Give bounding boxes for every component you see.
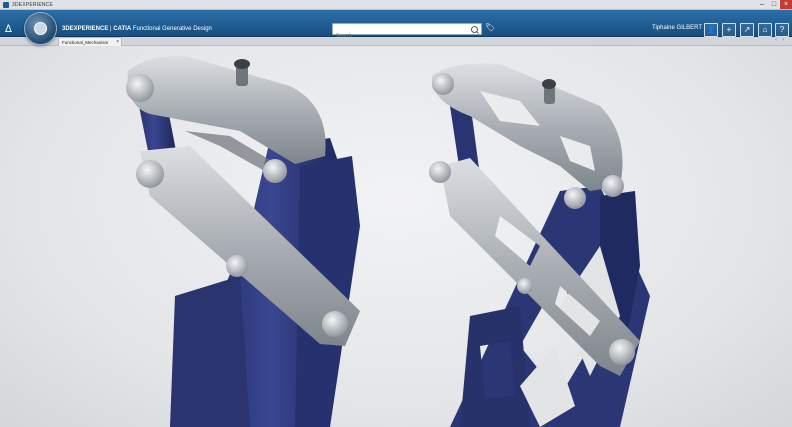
tab-nav-arrows[interactable]: ‹ › bbox=[775, 37, 786, 43]
original-mechanism bbox=[126, 55, 360, 427]
pin-mid-left bbox=[136, 160, 164, 188]
gen-pin-upper-right bbox=[602, 175, 624, 197]
user-icon[interactable]: 👤 bbox=[704, 23, 718, 37]
share-icon[interactable]: ↗ bbox=[740, 23, 754, 37]
home-icon[interactable]: ⌂ bbox=[758, 23, 772, 37]
tab-functional-mechanism[interactable]: Functional_Mechanism × bbox=[58, 37, 122, 46]
search-icon[interactable] bbox=[471, 26, 478, 33]
gen-pin-mid-left bbox=[429, 161, 451, 183]
app-icon bbox=[3, 1, 9, 8]
maximize-button[interactable]: □ bbox=[768, 0, 780, 9]
gen-pin-top-left bbox=[432, 73, 454, 95]
close-window-button[interactable]: × bbox=[780, 0, 792, 9]
window-titlebar: 3DEXPERIENCE – □ × bbox=[0, 0, 792, 10]
tab-close-icon[interactable]: × bbox=[116, 39, 119, 45]
tab-label: Functional_Mechanism bbox=[62, 39, 109, 45]
gen-knob-cap bbox=[542, 79, 556, 89]
pin-upper-right bbox=[263, 159, 287, 183]
brand-product: CATIA bbox=[113, 26, 132, 32]
gen-pin-center bbox=[517, 278, 533, 294]
ds-logo-icon: ᐃ bbox=[5, 24, 12, 35]
minimize-button[interactable]: – bbox=[756, 0, 768, 9]
search-box bbox=[332, 23, 482, 41]
3d-scene bbox=[126, 55, 650, 427]
app-brand: 3DEXPERIENCE | CATIA Functional Generati… bbox=[62, 26, 212, 32]
generative-mechanism bbox=[429, 63, 650, 427]
user-name[interactable]: Tiphaine GILBERT bbox=[652, 25, 702, 31]
pin-center bbox=[226, 255, 248, 277]
brand-app: Functional Generative Design bbox=[131, 26, 212, 32]
help-icon[interactable]: ? bbox=[775, 23, 789, 37]
tab-bar: Functional_Mechanism × ‹ › bbox=[0, 37, 792, 46]
gen-pin-lower bbox=[609, 339, 635, 365]
compass-icon[interactable] bbox=[24, 12, 57, 45]
window-title: 3DEXPERIENCE bbox=[12, 1, 54, 8]
tag-icon[interactable]: 🏷 bbox=[485, 23, 495, 32]
navy-link-lower bbox=[170, 276, 250, 427]
gen-pin-upper bbox=[564, 187, 586, 209]
knob-cap bbox=[234, 59, 250, 69]
window-controls: – □ × bbox=[756, 0, 792, 9]
3d-viewport[interactable] bbox=[0, 46, 792, 427]
plus-icon[interactable]: + bbox=[722, 23, 736, 37]
top-bar: ᐃ 3DEXPERIENCE | CATIA Functional Genera… bbox=[0, 10, 792, 41]
pin-top-left bbox=[126, 74, 154, 102]
brand-prefix: 3DEXPERIENCE bbox=[62, 26, 109, 32]
pin-lower bbox=[322, 311, 348, 337]
